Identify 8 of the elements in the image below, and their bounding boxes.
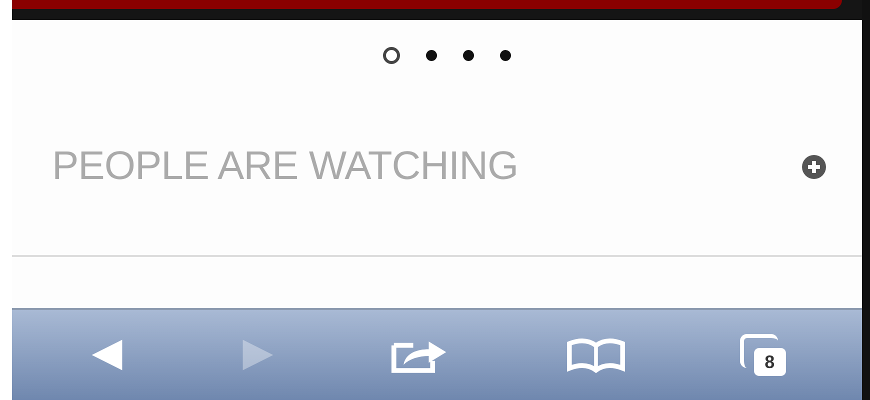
add-icon[interactable] (802, 154, 826, 178)
bookmarks-button[interactable] (564, 336, 627, 374)
page-dot[interactable] (426, 50, 437, 61)
page-dot[interactable] (463, 50, 474, 61)
section-title: PEOPLE ARE WATCHING (52, 144, 518, 189)
page-dot[interactable] (383, 47, 400, 64)
page-dot[interactable] (500, 50, 511, 61)
tabs-button[interactable]: 8 (740, 334, 786, 376)
